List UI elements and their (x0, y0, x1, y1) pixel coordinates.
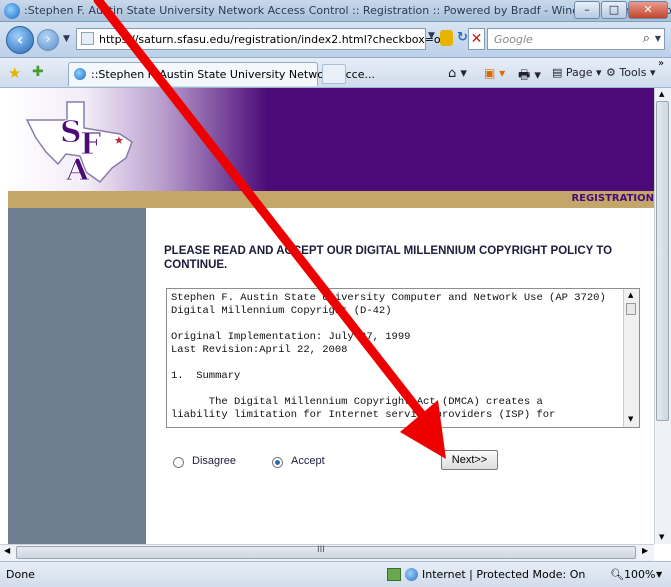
refresh-icon[interactable]: ↻ (457, 30, 468, 45)
search-options-icon[interactable]: ▼ (655, 34, 661, 43)
forward-icon[interactable]: › (37, 29, 59, 51)
minimize-button[interactable]: – (574, 1, 600, 19)
feeds-icon[interactable]: ▣ ▾ (484, 66, 505, 80)
zoom-icon[interactable]: 🔍︎ (610, 568, 624, 581)
scroll-right-icon[interactable]: ▶ (642, 546, 648, 555)
tools-icon: ⚙ (606, 66, 620, 79)
scroll-down-icon[interactable]: ▼ (659, 533, 664, 541)
search-input[interactable]: Google ⌕ ▼ (487, 28, 665, 50)
ie-icon (74, 68, 86, 80)
sfa-logo: S F A ★ (25, 101, 133, 186)
page-vertical-scroll-thumb[interactable] (656, 101, 669, 421)
ie-icon (4, 3, 20, 19)
scroll-thumb[interactable] (626, 303, 636, 315)
svg-text:A: A (65, 153, 90, 186)
policy-textarea[interactable]: Stephen F. Austin State University Compu… (166, 288, 640, 428)
tools-menu[interactable]: ⚙ Tools ▾ (606, 66, 656, 79)
maximize-button[interactable]: □ (601, 1, 627, 19)
address-text: https://saturn.sfasu.edu/registration/in… (99, 33, 448, 46)
scroll-down-icon[interactable]: ▼ (628, 415, 633, 423)
window-titlebar: :Stephen F. Austin State University Netw… (0, 0, 671, 22)
scroll-up-icon[interactable]: ▲ (628, 291, 633, 299)
new-tab-button[interactable] (322, 64, 346, 84)
page-menu-label: Page (565, 66, 593, 79)
globe-icon (405, 568, 418, 581)
svg-text:S: S (60, 115, 82, 150)
chevron-more-icon[interactable]: » (658, 58, 664, 69)
next-button[interactable]: Next>> (441, 450, 498, 470)
close-button[interactable]: ✕ (628, 1, 668, 19)
lock-icon[interactable] (440, 30, 453, 46)
favorites-star-icon[interactable]: ★ (8, 64, 21, 82)
zone-text[interactable]: Internet | Protected Mode: On (422, 568, 585, 581)
tab-sfa-registration[interactable]: ::Stephen F. Austin State University Net… (68, 62, 375, 86)
tools-menu-label: Tools (619, 66, 647, 79)
disagree-radio[interactable] (173, 457, 184, 468)
accept-label: Accept (291, 455, 325, 467)
scroll-left-icon[interactable]: ◀ (4, 546, 10, 555)
page-viewport: S F A ★ REGISTRATION PLEASE READ AND ACC… (8, 88, 654, 544)
svg-text:★: ★ (114, 134, 124, 147)
status-text: Done (6, 568, 35, 581)
add-favorites-icon[interactable]: ✚ (32, 64, 44, 80)
section-label: REGISTRATION (571, 193, 654, 204)
policy-text: Stephen F. Austin State University Compu… (171, 292, 606, 421)
home-icon[interactable]: ⌂ ▾ (448, 66, 467, 81)
page-heading: PLEASE READ AND ACCEPT OUR DIGITAL MILLE… (164, 245, 613, 271)
print-icon[interactable]: 🖶 ▾ (518, 66, 541, 88)
zoom-dropdown-icon[interactable]: ▼ (656, 570, 662, 579)
page-horizontal-scroll-thumb[interactable]: III (16, 545, 636, 559)
accept-radio[interactable] (272, 457, 283, 468)
page-menu-icon: ▤ (552, 66, 566, 79)
search-icon[interactable]: ⌕ (643, 31, 650, 46)
scroll-up-icon[interactable]: ▲ (659, 90, 664, 98)
recent-pages-dropdown-icon[interactable]: ▼ (63, 34, 70, 44)
zoom-level[interactable]: 100% (624, 568, 655, 581)
grip-icon: III (317, 545, 325, 555)
status-bar: Done Internet | Protected Mode: On 🔍︎ 10… (0, 561, 671, 587)
disagree-label: Disagree (192, 455, 237, 467)
search-placeholder: Google (494, 33, 533, 46)
security-status-icon[interactable] (387, 568, 401, 581)
section-bar: REGISTRATION (8, 191, 654, 208)
stop-button[interactable]: ✕ (468, 28, 485, 50)
back-icon[interactable]: ‹ (6, 26, 34, 54)
left-sidebar (8, 208, 146, 544)
page-menu[interactable]: ▤ Page ▾ (552, 66, 602, 79)
page-icon (81, 32, 94, 45)
address-dropdown-icon[interactable]: ▼ (428, 31, 435, 41)
policy-scrollbar[interactable]: ▲ ▼ (623, 289, 639, 427)
address-field[interactable]: https://saturn.sfasu.edu/registration/in… (76, 28, 448, 50)
